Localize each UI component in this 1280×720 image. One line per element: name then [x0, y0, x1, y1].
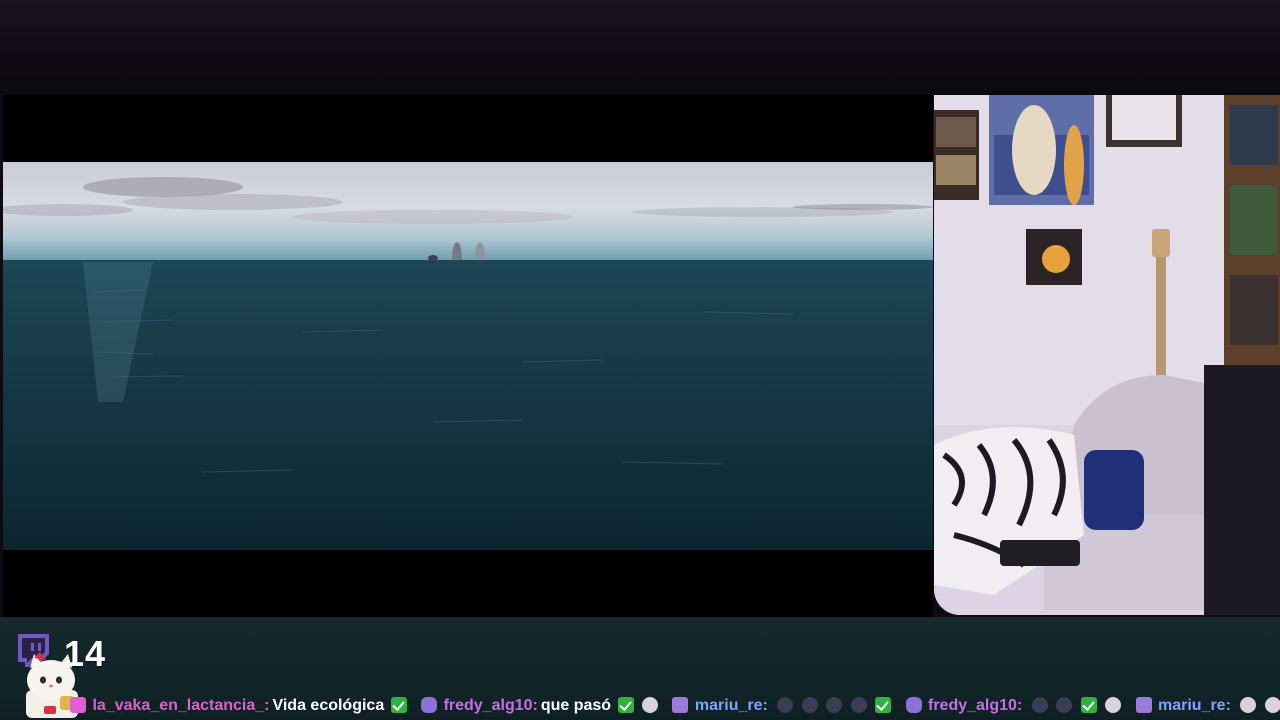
- chat-text: que pasó: [540, 697, 612, 714]
- face-emote-icon: [1240, 697, 1257, 713]
- face-emote-icon: [1105, 697, 1122, 713]
- chat-message: fredy_alg10: que pasó: [419, 694, 660, 718]
- chat-username[interactable]: la_vaka_en_lactancia_:: [92, 697, 269, 714]
- character-emote-icon: [826, 697, 843, 713]
- character-emote-icon: [777, 697, 794, 713]
- character-emote-icon: [850, 697, 867, 713]
- face-emote-icon: [641, 697, 658, 713]
- chat-message: fredy_alg10:: [904, 694, 1124, 718]
- pink-badge-icon: [70, 697, 86, 713]
- character-emote-icon: [1031, 697, 1048, 713]
- chat-ticker: la_vaka_en_lactancia_: Vida ecológica fre…: [68, 694, 1280, 720]
- calendar-badge-icon: [672, 697, 689, 713]
- check-emote-icon: [390, 697, 407, 713]
- webcam-feed: [934, 95, 1280, 615]
- chat-username[interactable]: mariu_re:: [695, 697, 768, 714]
- check-emote-icon: [1080, 697, 1097, 713]
- gamepad-badge-icon: [421, 697, 438, 713]
- top-background: [0, 0, 1280, 95]
- face-emote-icon: [1264, 697, 1280, 713]
- chat-message: mariu_re:: [1134, 694, 1280, 718]
- chat-text: Vida ecológica: [272, 697, 385, 714]
- video-frame-ocean-scene: [3, 162, 933, 550]
- calendar-badge-icon: [1135, 697, 1152, 713]
- character-emote-icon: [1056, 697, 1073, 713]
- character-emote-icon: [801, 697, 818, 713]
- chat-username[interactable]: fredy_alg10:: [444, 697, 538, 714]
- chat-username[interactable]: fredy_alg10:: [928, 697, 1022, 714]
- check-emote-icon: [875, 697, 892, 713]
- video-player[interactable]: [3, 95, 933, 617]
- chat-message: mariu_re:: [670, 694, 893, 718]
- check-emote-icon: [617, 697, 634, 713]
- chat-username[interactable]: mariu_re:: [1158, 697, 1231, 714]
- gamepad-badge-icon: [905, 697, 922, 713]
- chat-message: la_vaka_en_lactancia_: Vida ecológica: [92, 694, 408, 718]
- stream-layout: 14 la_vaka_en_lactancia_: Vida ecológica …: [0, 0, 1280, 720]
